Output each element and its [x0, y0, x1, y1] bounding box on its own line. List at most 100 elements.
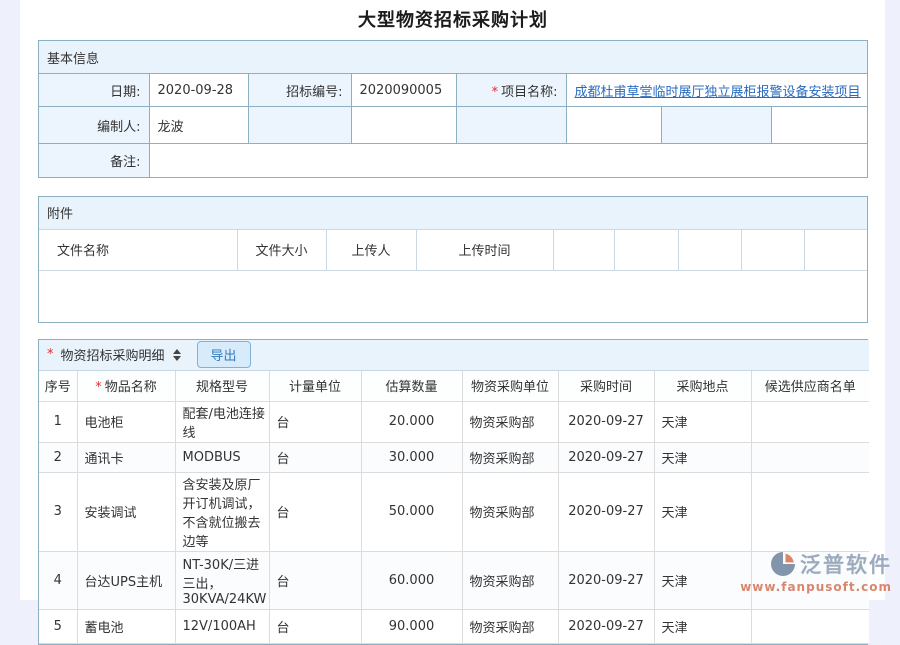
- basic-info-section: 基本信息 日期: 2020-09-28 招标编号: 2020090005 *项目…: [38, 40, 868, 178]
- empty-cell: [456, 107, 566, 144]
- col-header-file-name: 文件名称: [39, 229, 237, 270]
- table-cell: 60.000: [361, 551, 462, 609]
- empty-cell: [678, 229, 741, 270]
- table-cell: MODBUS: [175, 442, 269, 472]
- detail-table-body: 1电池柜配套/电池连接线台20.000物资采购部2020-09-27天津2通讯卡…: [39, 401, 869, 643]
- detail-section-titlebar: * 物资招标采购明细 导出: [39, 340, 869, 371]
- required-marker: *: [47, 347, 54, 362]
- col-header-estimated-qty: 估算数量: [361, 370, 462, 401]
- required-marker: *: [492, 85, 499, 100]
- project-name-cell: 成都杜甫草堂临时展厅独立展柜报警设备安装项目: [566, 74, 867, 107]
- table-cell: [751, 609, 869, 643]
- col-header-file-size: 文件大小: [237, 229, 326, 270]
- table-cell: NT-30K/三进三出，30KVA/24KW: [175, 551, 269, 609]
- table-cell: 20.000: [361, 401, 462, 442]
- table-cell: 90.000: [361, 609, 462, 643]
- table-cell: 2: [39, 442, 77, 472]
- table-cell: 台: [269, 401, 361, 442]
- table-cell: 天津: [654, 442, 751, 472]
- required-marker: *: [95, 380, 102, 395]
- page-canvas: 大型物资招标采购计划 基本信息 日期: 2020-09-28 招标编号: 202…: [20, 0, 885, 600]
- table-cell: 2020-09-27: [558, 472, 654, 551]
- table-cell: 5: [39, 609, 77, 643]
- bid-no-value: 2020090005: [351, 74, 456, 107]
- attachments-table: 附件 文件名称 文件大小 上传人 上传时间: [39, 197, 867, 322]
- export-button[interactable]: 导出: [197, 341, 251, 368]
- table-cell: 3: [39, 472, 77, 551]
- table-cell: 电池柜: [77, 401, 175, 442]
- col-header-purchase-dept: 物资采购单位: [462, 370, 558, 401]
- table-row: 3安装调试含安装及原厂开订机调试，不含就位搬去边等台50.000物资采购部202…: [39, 472, 869, 551]
- col-header-unit: 计量单位: [269, 370, 361, 401]
- detail-table: * 物资招标采购明细 导出 序号 *物品名称 规格型号 计量单位 估算数量: [39, 340, 869, 644]
- table-cell: 天津: [654, 401, 751, 442]
- col-header-item-name: *物品名称: [77, 370, 175, 401]
- table-cell: 配套/电池连接线: [175, 401, 269, 442]
- table-row: 2通讯卡MODBUS台30.000物资采购部2020-09-27天津: [39, 442, 869, 472]
- detail-section-title: 物资招标采购明细: [61, 345, 165, 364]
- detail-section: * 物资招标采购明细 导出 序号 *物品名称 规格型号 计量单位 估算数量: [38, 339, 868, 645]
- empty-cell: [661, 107, 771, 144]
- table-cell: [751, 472, 869, 551]
- col-header-purchase-time: 采购时间: [558, 370, 654, 401]
- table-cell: 2020-09-27: [558, 401, 654, 442]
- empty-cell: [741, 229, 804, 270]
- table-cell: 台: [269, 442, 361, 472]
- remark-value: [149, 144, 867, 177]
- table-cell: 天津: [654, 609, 751, 643]
- attachments-section-title: 附件: [39, 197, 867, 230]
- table-cell: 50.000: [361, 472, 462, 551]
- table-cell: 12V/100AH: [175, 609, 269, 643]
- table-cell: 物资采购部: [462, 551, 558, 609]
- table-cell: 物资采购部: [462, 609, 558, 643]
- table-cell: 物资采购部: [462, 472, 558, 551]
- project-name-label-text: 项目名称:: [501, 85, 557, 100]
- table-cell: 物资采购部: [462, 442, 558, 472]
- attachments-empty-area: [39, 270, 867, 322]
- col-header-purchase-place: 采购地点: [654, 370, 751, 401]
- basic-info-section-title: 基本信息: [39, 41, 867, 74]
- table-cell: 蓄电池: [77, 609, 175, 643]
- project-name-label: *项目名称:: [456, 74, 566, 107]
- attachments-section: 附件 文件名称 文件大小 上传人 上传时间: [38, 196, 868, 323]
- table-cell: 2020-09-27: [558, 609, 654, 643]
- col-header-seq: 序号: [39, 370, 77, 401]
- table-cell: 2020-09-27: [558, 551, 654, 609]
- sort-arrows-icon[interactable]: [173, 349, 181, 361]
- table-cell: 天津: [654, 472, 751, 551]
- col-header-candidate-suppliers: 候选供应商名单: [751, 370, 869, 401]
- table-cell: 含安装及原厂开订机调试，不含就位搬去边等: [175, 472, 269, 551]
- table-cell: 通讯卡: [77, 442, 175, 472]
- table-cell: 4: [39, 551, 77, 609]
- page-title: 大型物资招标采购计划: [38, 0, 868, 34]
- col-header-item-name-text: 物品名称: [105, 380, 157, 395]
- empty-cell: [351, 107, 456, 144]
- col-header-uploader: 上传人: [326, 229, 416, 270]
- table-cell: 2020-09-27: [558, 442, 654, 472]
- bid-no-label: 招标编号:: [248, 74, 351, 107]
- project-name-link[interactable]: 成都杜甫草堂临时展厅独立展柜报警设备安装项目: [575, 85, 861, 100]
- table-cell: 30.000: [361, 442, 462, 472]
- empty-cell: [771, 107, 867, 144]
- basic-info-table: 基本信息 日期: 2020-09-28 招标编号: 2020090005 *项目…: [39, 41, 867, 177]
- col-header-upload-time: 上传时间: [416, 229, 553, 270]
- compiler-value: 龙波: [149, 107, 248, 144]
- table-cell: 台: [269, 551, 361, 609]
- remark-label: 备注:: [39, 144, 149, 177]
- table-cell: 台: [269, 472, 361, 551]
- table-row: 4台达UPS主机NT-30K/三进三出，30KVA/24KW台60.000物资采…: [39, 551, 869, 609]
- date-label: 日期:: [39, 74, 149, 107]
- table-cell: 台达UPS主机: [77, 551, 175, 609]
- empty-cell: [566, 107, 661, 144]
- table-cell: 物资采购部: [462, 401, 558, 442]
- empty-cell: [553, 229, 614, 270]
- empty-cell: [248, 107, 351, 144]
- table-cell: [751, 401, 869, 442]
- col-header-spec-model: 规格型号: [175, 370, 269, 401]
- empty-cell: [804, 229, 867, 270]
- table-row: 5蓄电池12V/100AH台90.000物资采购部2020-09-27天津: [39, 609, 869, 643]
- table-cell: 台: [269, 609, 361, 643]
- table-cell: [751, 551, 869, 609]
- table-row: 1电池柜配套/电池连接线台20.000物资采购部2020-09-27天津: [39, 401, 869, 442]
- date-value: 2020-09-28: [149, 74, 248, 107]
